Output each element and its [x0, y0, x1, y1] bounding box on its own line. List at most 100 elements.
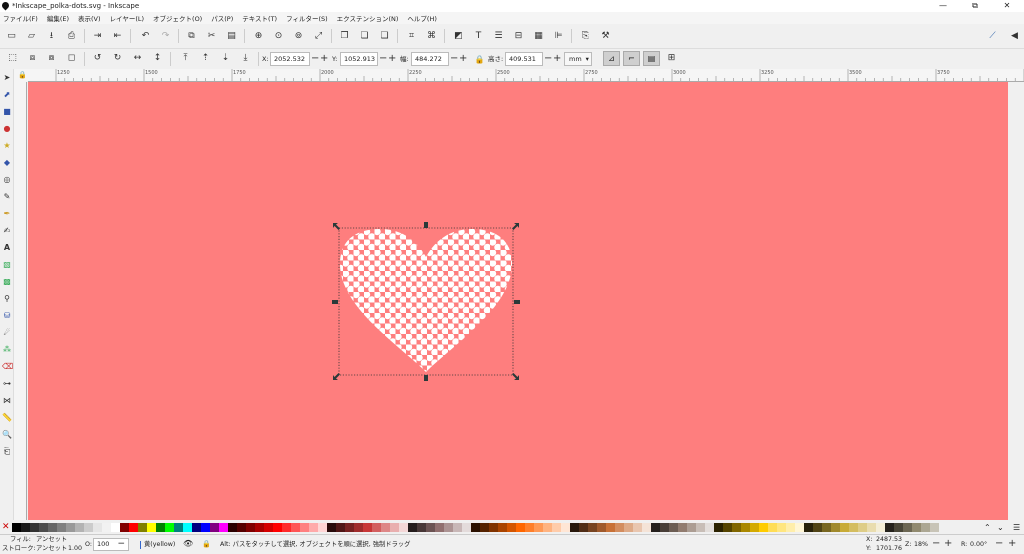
color-swatch[interactable] — [786, 522, 795, 532]
color-swatch[interactable] — [435, 522, 444, 532]
vertical-scrollbar[interactable] — [1008, 82, 1024, 520]
stroke-value[interactable]: アンセット — [36, 545, 67, 553]
zoom-page-icon[interactable]: ⊚ — [293, 31, 304, 42]
flip-horizontal-icon[interactable]: ↔ — [132, 53, 143, 64]
paste-icon[interactable]: ▤ — [226, 31, 237, 42]
color-swatch[interactable] — [273, 522, 282, 532]
calligraphy-tool-icon[interactable]: ✍ — [2, 226, 12, 236]
node-tool-icon[interactable]: ⬈ — [2, 90, 12, 100]
color-swatch[interactable] — [192, 522, 201, 532]
color-swatch[interactable] — [840, 522, 849, 532]
close-button[interactable]: ✕ — [992, 0, 1022, 12]
zoom-out-button[interactable]: − — [932, 537, 940, 551]
unlink-clone-icon[interactable]: ❑ — [379, 31, 390, 42]
color-swatch[interactable] — [579, 522, 588, 532]
color-swatch[interactable] — [606, 522, 615, 532]
copy-icon[interactable]: ⧉ — [186, 31, 197, 42]
color-swatch[interactable] — [741, 522, 750, 532]
undo-icon[interactable]: ↶ — [140, 31, 151, 42]
color-swatch[interactable] — [867, 522, 876, 532]
y-input[interactable]: 1052.913 — [340, 52, 378, 66]
lock-guides-icon[interactable]: 🔒 — [18, 71, 27, 79]
color-swatch[interactable] — [876, 522, 885, 532]
color-swatch[interactable] — [12, 522, 21, 532]
color-swatch[interactable] — [381, 522, 390, 532]
height-increment-button[interactable]: + — [553, 52, 561, 66]
color-swatch[interactable] — [462, 522, 471, 532]
color-swatch[interactable] — [822, 522, 831, 532]
color-swatch[interactable] — [147, 522, 156, 532]
color-swatch[interactable] — [345, 522, 354, 532]
color-swatch[interactable] — [642, 522, 651, 532]
tweak-tool-icon[interactable]: ☄ — [2, 328, 12, 338]
color-swatch[interactable] — [156, 522, 165, 532]
color-swatch[interactable] — [219, 522, 228, 532]
palette-menu-icon[interactable]: ☰ — [1013, 523, 1020, 532]
ungroup-icon[interactable]: ⌘ — [426, 31, 437, 42]
menu-layer[interactable]: レイヤー(L) — [110, 13, 145, 23]
color-swatch[interactable] — [714, 522, 723, 532]
clone-icon[interactable]: ❏ — [359, 31, 370, 42]
color-swatch[interactable] — [318, 522, 327, 532]
eraser-tool-icon[interactable]: ⌫ — [2, 362, 13, 372]
duplicate-icon[interactable]: ❐ — [339, 31, 350, 42]
align-distribute-icon[interactable]: ⊫ — [553, 31, 564, 42]
color-swatch[interactable] — [48, 522, 57, 532]
paint-bucket-tool-icon[interactable]: ⛁ — [2, 311, 12, 321]
color-swatch[interactable] — [921, 522, 930, 532]
print-icon[interactable]: ⎙ — [66, 31, 77, 42]
color-swatch[interactable] — [804, 522, 813, 532]
transform-patterns-icon[interactable]: ⊞ — [666, 53, 677, 64]
color-swatch[interactable] — [246, 522, 255, 532]
height-decrement-button[interactable]: − — [544, 52, 552, 66]
menu-view[interactable]: 表示(V) — [78, 13, 101, 23]
selector-tool-icon[interactable]: ➤ — [2, 73, 12, 83]
color-swatch[interactable] — [624, 522, 633, 532]
scale-corners-toggle[interactable]: ⌐ — [623, 51, 640, 66]
color-swatch[interactable] — [732, 522, 741, 532]
ellipse-tool-icon[interactable]: ● — [2, 124, 12, 134]
color-swatch[interactable] — [885, 522, 894, 532]
color-swatch[interactable] — [57, 522, 66, 532]
rotate-value[interactable]: 0.00° — [970, 541, 987, 549]
color-swatch[interactable] — [417, 522, 426, 532]
color-swatch[interactable] — [912, 522, 921, 532]
rotate-increment-button[interactable]: + — [1008, 537, 1016, 551]
lower-to-bottom-icon[interactable]: ⤓ — [240, 53, 251, 64]
color-swatch[interactable] — [759, 522, 768, 532]
new-document-icon[interactable]: ▭ — [6, 31, 17, 42]
pages-tool-icon[interactable]: ⎗ — [2, 447, 12, 457]
color-swatch[interactable] — [174, 522, 183, 532]
color-swatch[interactable] — [291, 522, 300, 532]
rotate-ccw-icon[interactable]: ↺ — [92, 53, 103, 64]
color-swatch[interactable] — [561, 522, 570, 532]
menu-extensions[interactable]: エクステンション(N) — [337, 13, 399, 23]
color-swatch[interactable] — [930, 522, 939, 532]
stroke-width[interactable]: 1.00 — [68, 545, 82, 553]
opacity-decrement-button[interactable]: − — [117, 539, 125, 550]
color-swatch[interactable] — [534, 522, 543, 532]
color-swatch[interactable] — [426, 522, 435, 532]
menu-filters[interactable]: フィルター(S) — [286, 13, 328, 23]
menu-edit[interactable]: 編集(E) — [47, 13, 69, 23]
layer-lock-icon[interactable]: 🔒 — [202, 540, 211, 548]
color-swatch[interactable] — [30, 522, 39, 532]
zoom-page-width-icon[interactable]: ⤢ — [313, 31, 324, 42]
color-swatch[interactable] — [777, 522, 786, 532]
3dbox-tool-icon[interactable]: ◆ — [2, 158, 12, 168]
layer-visibility-icon[interactable]: 👁 — [183, 540, 193, 548]
color-swatch[interactable] — [363, 522, 372, 532]
spray-tool-icon[interactable]: ⁂ — [2, 345, 12, 355]
color-swatch[interactable] — [615, 522, 624, 532]
color-swatch[interactable] — [444, 522, 453, 532]
color-swatch[interactable] — [669, 522, 678, 532]
width-input[interactable]: 484.272 — [411, 52, 449, 66]
color-swatch[interactable] — [111, 522, 120, 532]
color-swatch[interactable] — [651, 522, 660, 532]
color-swatch[interactable] — [660, 522, 669, 532]
fill-stroke-icon[interactable]: ◩ — [453, 31, 464, 42]
menu-file[interactable]: ファイル(F) — [3, 13, 38, 23]
cut-icon[interactable]: ✂ — [206, 31, 217, 42]
connector-tool-icon[interactable]: ⊶ — [2, 379, 12, 389]
color-swatch[interactable] — [84, 522, 93, 532]
